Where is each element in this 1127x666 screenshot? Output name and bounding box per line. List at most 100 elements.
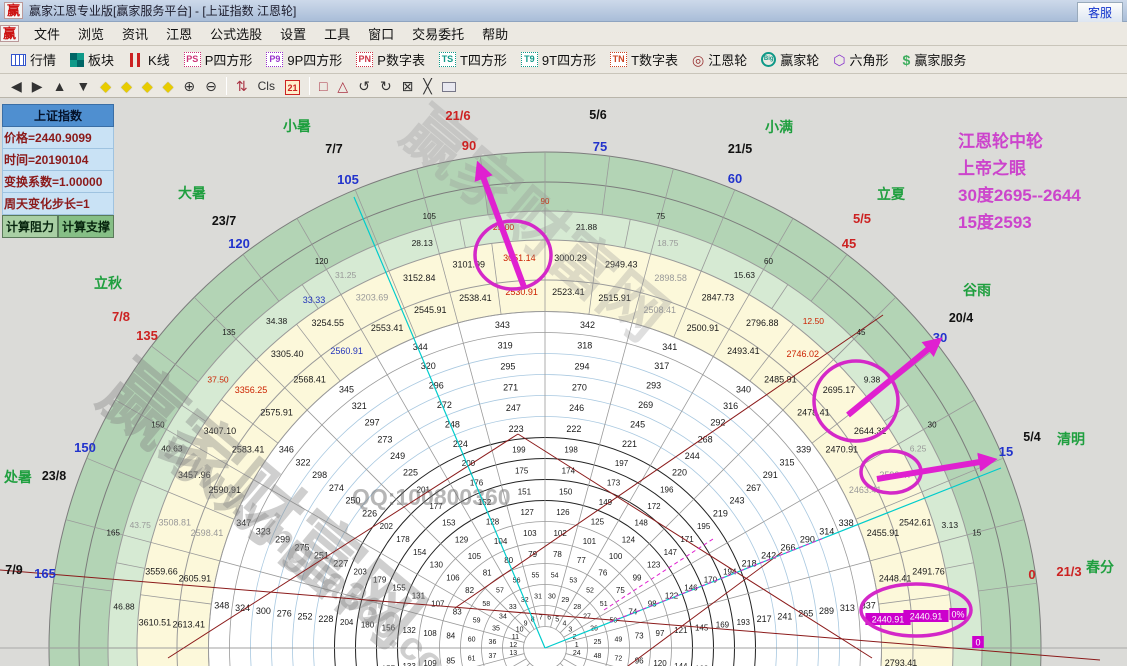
svg-text:130: 130 xyxy=(430,561,444,570)
menu-item-4[interactable]: 公式选股 xyxy=(201,22,271,45)
svg-text:51: 51 xyxy=(600,601,608,608)
svg-text:273: 273 xyxy=(377,434,392,444)
calc-support-button[interactable]: 计算支撑 xyxy=(58,215,114,238)
svg-text:4: 4 xyxy=(563,621,567,628)
svg-text:76: 76 xyxy=(598,569,607,578)
svg-text:342: 342 xyxy=(580,320,595,330)
svg-text:55: 55 xyxy=(531,573,539,580)
menu-logo-icon: 赢 xyxy=(0,25,19,42)
svg-text:105: 105 xyxy=(468,552,482,561)
svg-text:247: 247 xyxy=(506,403,521,413)
svg-text:60: 60 xyxy=(728,171,742,186)
toolbar-label: 9P四方形 xyxy=(287,50,342,69)
zoom-in-button[interactable]: ⊕ xyxy=(178,75,200,97)
zoom-out-button[interactable]: ⊖ xyxy=(200,75,222,97)
toolbar-label: T四方形 xyxy=(460,50,507,69)
rotate-up-button[interactable]: ▲ xyxy=(48,75,72,97)
svg-text:193: 193 xyxy=(737,618,751,627)
screen-button[interactable] xyxy=(437,75,461,97)
nav-right-button[interactable]: ▶ xyxy=(27,75,48,97)
nav-left-button[interactable]: ◀ xyxy=(6,75,27,97)
svg-text:23/8: 23/8 xyxy=(42,469,66,483)
menu-item-0[interactable]: 文件 xyxy=(25,22,69,45)
toolbar-button-badge-5[interactable]: PNP数字表 xyxy=(349,47,432,72)
svg-text:0: 0 xyxy=(975,638,980,648)
menu-item-1[interactable]: 浏览 xyxy=(69,22,113,45)
toolbar-label: P数字表 xyxy=(377,50,425,69)
step-right-button[interactable]: ◆ xyxy=(116,75,137,97)
svg-text:99: 99 xyxy=(633,573,642,582)
svg-text:13: 13 xyxy=(509,650,517,657)
svg-text:2847.73: 2847.73 xyxy=(702,292,735,302)
badge-icon: PS xyxy=(184,52,201,67)
toolbar-button-big-10[interactable]: Big赢家轮 xyxy=(754,47,826,72)
step-down-button[interactable]: ◆ xyxy=(158,75,179,97)
menu-item-7[interactable]: 窗口 xyxy=(359,22,403,45)
delete-box-button[interactable]: ⊠ xyxy=(397,75,419,97)
updown-button[interactable]: ⇅ xyxy=(231,75,253,97)
svg-text:321: 321 xyxy=(352,401,367,411)
svg-text:105: 105 xyxy=(337,172,359,187)
menu-item-8[interactable]: 交易委托 xyxy=(403,22,473,45)
toolbar-button-candles-2[interactable]: K线 xyxy=(121,47,177,72)
toolbar-button-dollar-12[interactable]: $赢家服务 xyxy=(896,47,974,72)
svg-text:0%: 0% xyxy=(951,610,964,620)
step-up-button[interactable]: ◆ xyxy=(137,75,158,97)
toolbar-button-badge-4[interactable]: P99P四方形 xyxy=(259,47,349,72)
svg-text:297: 297 xyxy=(365,418,380,428)
svg-text:43.75: 43.75 xyxy=(130,520,152,530)
svg-text:2746.02: 2746.02 xyxy=(787,349,820,359)
toolbar-button-badge-7[interactable]: T99T四方形 xyxy=(514,47,603,72)
svg-text:54: 54 xyxy=(551,573,559,580)
svg-text:2485.91: 2485.91 xyxy=(764,375,797,385)
draw-square-button[interactable]: □ xyxy=(314,75,332,97)
svg-text:7/8: 7/8 xyxy=(112,309,130,324)
toolbar-label: 行情 xyxy=(30,50,56,69)
toolbar-button-target-9[interactable]: ◎江恩轮 xyxy=(685,47,754,72)
calendar-button[interactable]: 21 xyxy=(280,75,305,97)
menu-item-2[interactable]: 资讯 xyxy=(113,22,157,45)
cls-button[interactable]: Cls xyxy=(253,75,280,97)
menu-item-9[interactable]: 帮助 xyxy=(473,22,517,45)
svg-text:83: 83 xyxy=(453,608,462,617)
svg-text:2538.41: 2538.41 xyxy=(459,293,492,303)
svg-text:293: 293 xyxy=(646,381,661,391)
svg-text:144: 144 xyxy=(674,662,688,666)
svg-text:53: 53 xyxy=(569,578,577,585)
menu-item-5[interactable]: 设置 xyxy=(271,22,315,45)
menu-item-3[interactable]: 江恩 xyxy=(157,22,201,45)
menu-item-6[interactable]: 工具 xyxy=(315,22,359,45)
toolbar-separator xyxy=(226,77,227,95)
draw-triangle-button[interactable]: △ xyxy=(332,75,353,97)
annotation-line-0: 江恩轮中轮 xyxy=(958,128,1081,155)
toolbar-label: 赢家轮 xyxy=(780,50,819,69)
fit-center-button[interactable]: ╳ xyxy=(418,75,436,97)
toolbar-button-blocks-1[interactable]: 板块 xyxy=(63,47,121,72)
svg-text:341: 341 xyxy=(662,342,677,352)
svg-text:30: 30 xyxy=(548,593,556,600)
toolbar-button-badge-3[interactable]: PSP四方形 xyxy=(177,47,260,72)
toolbar-button-hex-11[interactable]: ⬡六角形 xyxy=(826,47,895,72)
toolbar-button-badge-6[interactable]: TST四方形 xyxy=(432,47,514,72)
calc-resistance-button[interactable]: 计算阻力 xyxy=(2,215,58,238)
svg-text:268: 268 xyxy=(698,434,713,444)
step-left-button[interactable]: ◆ xyxy=(95,75,116,97)
gann-wheel-chart-area[interactable]: 1234567891011121324252627282930313233343… xyxy=(0,98,1127,666)
svg-text:313: 313 xyxy=(840,603,855,613)
rotate-ccw-button[interactable]: ↺ xyxy=(353,75,375,97)
annotation-text: 江恩轮中轮上帝之眼30度2695--264415度2593 xyxy=(958,128,1081,236)
annotation-line-1: 上帝之眼 xyxy=(958,155,1081,182)
rotate-cw-button[interactable]: ↻ xyxy=(375,75,397,97)
toolbar-button-badge-8[interactable]: TNT数字表 xyxy=(603,47,685,72)
svg-text:320: 320 xyxy=(421,361,436,371)
service-tab-button[interactable]: 客服 xyxy=(1077,2,1123,23)
badge-icon: T9 xyxy=(521,52,538,67)
svg-text:151: 151 xyxy=(518,487,532,496)
svg-text:6.25: 6.25 xyxy=(910,444,927,454)
svg-text:2695.17: 2695.17 xyxy=(823,385,856,395)
toolbar-button-grid-0[interactable]: 行情 xyxy=(4,47,63,72)
svg-text:75: 75 xyxy=(593,139,607,154)
svg-text:276: 276 xyxy=(277,609,292,619)
svg-text:31.25: 31.25 xyxy=(335,270,357,280)
rotate-down-button[interactable]: ▼ xyxy=(71,75,95,97)
